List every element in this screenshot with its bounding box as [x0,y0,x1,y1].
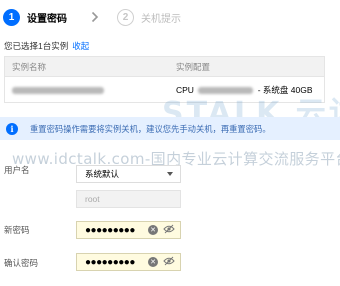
info-icon: i [6,122,18,135]
username-readonly-field: root [76,190,181,208]
caret-down-icon [167,172,173,176]
confirm-password-input[interactable]: ●●●●●●●●● ✕ [76,253,181,271]
eye-off-icon[interactable] [163,224,175,236]
username-label: 用户名 [4,165,30,175]
clear-icon[interactable]: ✕ [148,257,158,267]
confirm-password-masked-value: ●●●●●●●●● [85,256,135,268]
step-shutdown-notice: 2 关机提示 [117,8,181,26]
username-readonly-value: root [85,194,100,204]
step-label: 关机提示 [141,13,181,25]
step-number: 1 [3,8,20,26]
column-header-config: 实例配置 [176,61,211,72]
chevron-right-icon [91,10,101,24]
clear-icon[interactable]: ✕ [148,225,158,235]
alert-text: 重置密码操作需要将实例关机，建议您先手动关机，再重置密码。 [30,123,271,134]
confirm-password-label: 确认密码 [4,258,39,268]
instance-name-cell [5,85,172,95]
step-number: 2 [117,8,134,26]
column-header-name: 实例名称 [12,61,47,72]
collapse-link[interactable]: 收起 [72,41,89,51]
username-selected-value: 系统默认 [85,169,120,179]
step-label: 设置密码 [27,13,67,25]
selected-count-label: 您已选择1台实例 [4,41,69,51]
new-password-masked-value: ●●●●●●●●● [85,224,135,236]
stepper: 1 设置密码 2 关机提示 [3,7,181,27]
redacted-instance-name [12,86,104,94]
new-password-input[interactable]: ●●●●●●●●● ✕ [76,221,181,239]
step-set-password: 1 设置密码 [3,8,67,26]
selected-instances-text: 您已选择1台实例 收起 [4,40,89,52]
eye-off-icon[interactable] [163,256,175,268]
table-header: 实例名称 实例配置 [5,57,324,77]
info-alert: i 重置密码操作需要将实例关机，建议您先手动关机，再重置密码。 [0,117,340,140]
username-select[interactable]: 系统默认 [76,165,181,183]
new-password-label: 新密码 [4,225,30,235]
